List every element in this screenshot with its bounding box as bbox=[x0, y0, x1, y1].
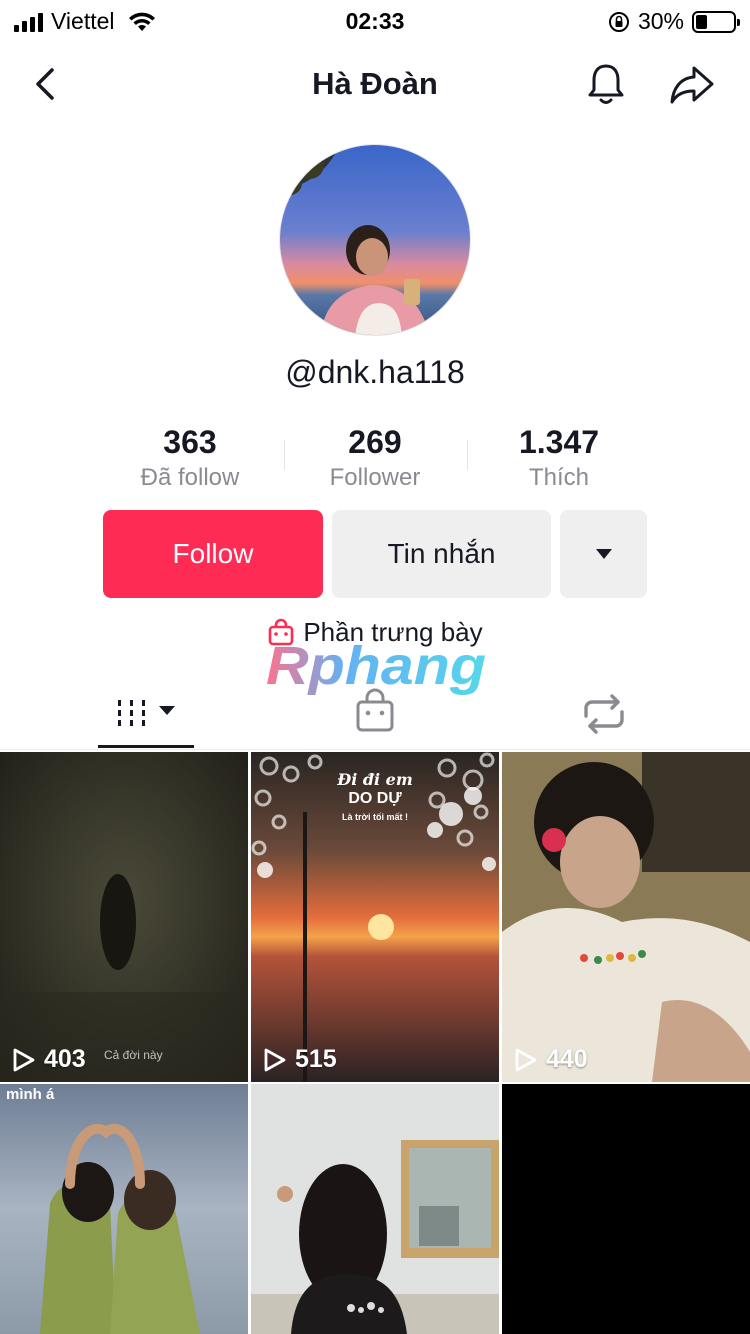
likes-count: 1.347 bbox=[518, 424, 600, 460]
followers-stat[interactable]: 269 Follower bbox=[283, 424, 467, 492]
video-thumbnail[interactable] bbox=[502, 1084, 750, 1334]
video-thumbnail[interactable]: Đi đi em DO DỰ Là trời tối mất ! 515 bbox=[251, 752, 499, 1082]
thumbnail-image bbox=[0, 752, 248, 1082]
repost-icon[interactable] bbox=[578, 686, 630, 742]
thumbnail-image bbox=[251, 1084, 499, 1334]
followers-label: Follower bbox=[329, 464, 421, 491]
view-count-value: 403 bbox=[44, 1045, 86, 1073]
overlay-small-text: Là trời tối mất ! bbox=[342, 812, 408, 822]
username: @dnk.ha118 bbox=[285, 354, 465, 390]
video-caption: mình á bbox=[6, 1086, 55, 1103]
likes-label: Thích bbox=[528, 464, 590, 491]
video-thumbnail[interactable]: mình á bbox=[0, 1084, 248, 1334]
following-stat[interactable]: 363 Đã follow bbox=[98, 424, 282, 492]
message-button[interactable]: Tin nhắn bbox=[332, 510, 551, 598]
avatar[interactable] bbox=[279, 144, 471, 336]
profile-header: Hà Đoàn bbox=[0, 52, 750, 116]
following-count: 363 bbox=[163, 424, 217, 460]
orientation-lock-icon bbox=[608, 11, 629, 32]
view-count: 440 bbox=[514, 1045, 588, 1074]
overlay-title: Đi đi em bbox=[337, 770, 413, 789]
overlay-subtitle: DO DỰ bbox=[348, 790, 402, 807]
battery-level bbox=[696, 14, 707, 29]
bell-icon[interactable] bbox=[582, 60, 630, 108]
profile-stats: 363 Đã follow 269 Follower 1.347 Thích bbox=[0, 424, 750, 504]
video-thumbnail[interactable]: 440 bbox=[502, 752, 750, 1082]
view-count-value: 515 bbox=[295, 1045, 337, 1073]
status-bar: Viettel 02:33 30% bbox=[0, 0, 750, 42]
active-tab-indicator bbox=[98, 745, 194, 748]
play-icon bbox=[515, 1048, 537, 1071]
likes-stat[interactable]: 1.347 Thích bbox=[467, 424, 651, 492]
play-icon bbox=[264, 1048, 286, 1071]
video-grid: Cả đời này 403 Đi đi em DO DỰ Là trời tố… bbox=[0, 752, 750, 1334]
thumbnail-image bbox=[502, 752, 750, 1082]
video-thumbnail[interactable] bbox=[251, 1084, 499, 1334]
share-icon[interactable] bbox=[666, 60, 718, 108]
view-count: 515 bbox=[263, 1045, 337, 1074]
following-label: Đã follow bbox=[140, 464, 240, 491]
content-tabs bbox=[0, 680, 750, 750]
more-options-button[interactable] bbox=[560, 510, 647, 598]
view-count: 403 bbox=[12, 1045, 86, 1074]
video-caption: Cả đời này bbox=[104, 1048, 163, 1062]
video-thumbnail[interactable]: Cả đời này 403 bbox=[0, 752, 248, 1082]
play-icon bbox=[13, 1048, 35, 1071]
videos-grid-icon[interactable] bbox=[114, 686, 180, 742]
battery-percent: 30% bbox=[637, 8, 684, 34]
page-title: Hà Đoàn bbox=[312, 66, 438, 101]
followers-count: 269 bbox=[348, 424, 402, 460]
shopping-bag-icon[interactable] bbox=[352, 686, 398, 742]
caret-down-icon bbox=[595, 549, 612, 559]
thumbnail-image bbox=[0, 1084, 248, 1334]
battery-icon bbox=[692, 10, 740, 33]
follow-button[interactable]: Follow bbox=[103, 510, 323, 598]
view-count-value: 440 bbox=[546, 1045, 588, 1073]
